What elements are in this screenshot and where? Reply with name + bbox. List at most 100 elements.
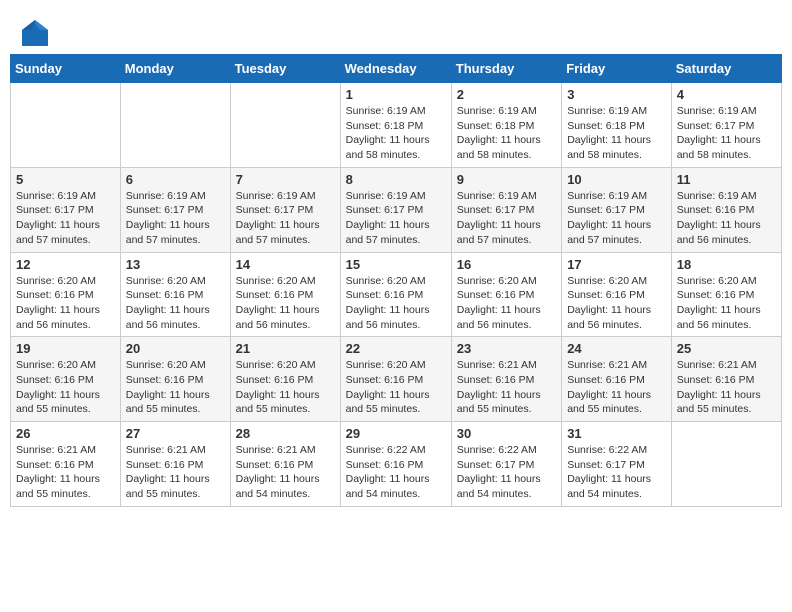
day-number: 21 (236, 341, 335, 356)
day-info: Sunrise: 6:21 AM Sunset: 6:16 PM Dayligh… (567, 358, 666, 417)
day-info: Sunrise: 6:20 AM Sunset: 6:16 PM Dayligh… (236, 274, 335, 333)
day-number: 27 (126, 426, 225, 441)
calendar-cell: 7 Sunrise: 6:19 AM Sunset: 6:17 PM Daylig… (230, 167, 340, 252)
logo-icon (20, 18, 50, 48)
calendar-week-row: 5 Sunrise: 6:19 AM Sunset: 6:17 PM Daylig… (11, 167, 782, 252)
day-info: Sunrise: 6:21 AM Sunset: 6:16 PM Dayligh… (457, 358, 556, 417)
day-number: 7 (236, 172, 335, 187)
day-number: 4 (677, 87, 776, 102)
day-info: Sunrise: 6:20 AM Sunset: 6:16 PM Dayligh… (126, 358, 225, 417)
logo (20, 18, 54, 48)
day-info: Sunrise: 6:22 AM Sunset: 6:16 PM Dayligh… (346, 443, 446, 502)
calendar-cell: 10 Sunrise: 6:19 AM Sunset: 6:17 PM Dayli… (562, 167, 672, 252)
day-number: 18 (677, 257, 776, 272)
day-info: Sunrise: 6:21 AM Sunset: 6:16 PM Dayligh… (126, 443, 225, 502)
weekday-header: Sunday (11, 55, 121, 83)
calendar-cell: 4 Sunrise: 6:19 AM Sunset: 6:17 PM Daylig… (671, 83, 781, 168)
calendar-cell: 27 Sunrise: 6:21 AM Sunset: 6:16 PM Dayli… (120, 422, 230, 507)
calendar-table: SundayMondayTuesdayWednesdayThursdayFrid… (10, 54, 782, 507)
day-info: Sunrise: 6:19 AM Sunset: 6:17 PM Dayligh… (346, 189, 446, 248)
calendar-cell: 16 Sunrise: 6:20 AM Sunset: 6:16 PM Dayli… (451, 252, 561, 337)
page-header (10, 10, 782, 54)
day-info: Sunrise: 6:19 AM Sunset: 6:18 PM Dayligh… (567, 104, 666, 163)
day-number: 28 (236, 426, 335, 441)
day-number: 12 (16, 257, 115, 272)
weekday-header: Tuesday (230, 55, 340, 83)
day-info: Sunrise: 6:19 AM Sunset: 6:17 PM Dayligh… (126, 189, 225, 248)
day-number: 13 (126, 257, 225, 272)
day-info: Sunrise: 6:21 AM Sunset: 6:16 PM Dayligh… (16, 443, 115, 502)
calendar-cell: 13 Sunrise: 6:20 AM Sunset: 6:16 PM Dayli… (120, 252, 230, 337)
calendar-cell: 6Sunrise: 6:19 AM Sunset: 6:17 PM Daylig… (120, 167, 230, 252)
day-number: 30 (457, 426, 556, 441)
calendar-week-row: 26Sunrise: 6:21 AM Sunset: 6:16 PM Dayli… (11, 422, 782, 507)
calendar-cell: 8Sunrise: 6:19 AM Sunset: 6:17 PM Daylig… (340, 167, 451, 252)
day-number: 31 (567, 426, 666, 441)
day-number: 20 (126, 341, 225, 356)
calendar-cell: 2 Sunrise: 6:19 AM Sunset: 6:18 PM Daylig… (451, 83, 561, 168)
weekday-header: Thursday (451, 55, 561, 83)
day-info: Sunrise: 6:19 AM Sunset: 6:16 PM Dayligh… (677, 189, 776, 248)
day-info: Sunrise: 6:19 AM Sunset: 6:18 PM Dayligh… (346, 104, 446, 163)
calendar-cell: 21 Sunrise: 6:20 AM Sunset: 6:16 PM Dayli… (230, 337, 340, 422)
day-info: Sunrise: 6:20 AM Sunset: 6:16 PM Dayligh… (457, 274, 556, 333)
weekday-header-row: SundayMondayTuesdayWednesdayThursdayFrid… (11, 55, 782, 83)
day-number: 24 (567, 341, 666, 356)
calendar-cell (120, 83, 230, 168)
calendar-cell: 26Sunrise: 6:21 AM Sunset: 6:16 PM Dayli… (11, 422, 121, 507)
calendar-cell (671, 422, 781, 507)
day-number: 29 (346, 426, 446, 441)
calendar-cell: 20 Sunrise: 6:20 AM Sunset: 6:16 PM Dayli… (120, 337, 230, 422)
calendar-cell: 24 Sunrise: 6:21 AM Sunset: 6:16 PM Dayli… (562, 337, 672, 422)
day-number: 15 (346, 257, 446, 272)
day-number: 10 (567, 172, 666, 187)
day-info: Sunrise: 6:20 AM Sunset: 6:16 PM Dayligh… (567, 274, 666, 333)
day-info: Sunrise: 6:19 AM Sunset: 6:17 PM Dayligh… (236, 189, 335, 248)
day-info: Sunrise: 6:19 AM Sunset: 6:17 PM Dayligh… (677, 104, 776, 163)
day-info: Sunrise: 6:19 AM Sunset: 6:17 PM Dayligh… (567, 189, 666, 248)
calendar-week-row: 1 Sunrise: 6:19 AM Sunset: 6:18 PM Daylig… (11, 83, 782, 168)
calendar-cell: 1 Sunrise: 6:19 AM Sunset: 6:18 PM Daylig… (340, 83, 451, 168)
calendar-cell: 25 Sunrise: 6:21 AM Sunset: 6:16 PM Dayli… (671, 337, 781, 422)
day-number: 23 (457, 341, 556, 356)
day-number: 2 (457, 87, 556, 102)
day-info: Sunrise: 6:20 AM Sunset: 6:16 PM Dayligh… (346, 274, 446, 333)
calendar-cell: 29 Sunrise: 6:22 AM Sunset: 6:16 PM Dayli… (340, 422, 451, 507)
calendar-cell: 17 Sunrise: 6:20 AM Sunset: 6:16 PM Dayli… (562, 252, 672, 337)
calendar-cell: 14 Sunrise: 6:20 AM Sunset: 6:16 PM Dayli… (230, 252, 340, 337)
day-info: Sunrise: 6:22 AM Sunset: 6:17 PM Dayligh… (567, 443, 666, 502)
calendar-cell: 12 Sunrise: 6:20 AM Sunset: 6:16 PM Dayli… (11, 252, 121, 337)
calendar-cell: 19 Sunrise: 6:20 AM Sunset: 6:16 PM Dayli… (11, 337, 121, 422)
calendar-cell: 3 Sunrise: 6:19 AM Sunset: 6:18 PM Daylig… (562, 83, 672, 168)
day-info: Sunrise: 6:20 AM Sunset: 6:16 PM Dayligh… (16, 274, 115, 333)
day-info: Sunrise: 6:20 AM Sunset: 6:16 PM Dayligh… (16, 358, 115, 417)
calendar-cell: 5Sunrise: 6:19 AM Sunset: 6:17 PM Daylig… (11, 167, 121, 252)
day-number: 17 (567, 257, 666, 272)
day-number: 19 (16, 341, 115, 356)
day-number: 16 (457, 257, 556, 272)
day-number: 11 (677, 172, 776, 187)
day-info: Sunrise: 6:20 AM Sunset: 6:16 PM Dayligh… (236, 358, 335, 417)
weekday-header: Wednesday (340, 55, 451, 83)
calendar-cell: 18 Sunrise: 6:20 AM Sunset: 6:16 PM Dayli… (671, 252, 781, 337)
calendar-week-row: 19 Sunrise: 6:20 AM Sunset: 6:16 PM Dayli… (11, 337, 782, 422)
day-number: 5 (16, 172, 115, 187)
weekday-header: Friday (562, 55, 672, 83)
day-info: Sunrise: 6:20 AM Sunset: 6:16 PM Dayligh… (677, 274, 776, 333)
day-info: Sunrise: 6:20 AM Sunset: 6:16 PM Dayligh… (126, 274, 225, 333)
day-number: 3 (567, 87, 666, 102)
day-info: Sunrise: 6:21 AM Sunset: 6:16 PM Dayligh… (677, 358, 776, 417)
calendar-cell (11, 83, 121, 168)
day-number: 14 (236, 257, 335, 272)
weekday-header: Monday (120, 55, 230, 83)
calendar-cell (230, 83, 340, 168)
calendar-cell: 31 Sunrise: 6:22 AM Sunset: 6:17 PM Dayli… (562, 422, 672, 507)
day-number: 1 (346, 87, 446, 102)
day-info: Sunrise: 6:19 AM Sunset: 6:17 PM Dayligh… (457, 189, 556, 248)
day-info: Sunrise: 6:22 AM Sunset: 6:17 PM Dayligh… (457, 443, 556, 502)
calendar-cell: 23 Sunrise: 6:21 AM Sunset: 6:16 PM Dayli… (451, 337, 561, 422)
calendar-cell: 9 Sunrise: 6:19 AM Sunset: 6:17 PM Daylig… (451, 167, 561, 252)
day-number: 9 (457, 172, 556, 187)
day-info: Sunrise: 6:19 AM Sunset: 6:18 PM Dayligh… (457, 104, 556, 163)
day-number: 25 (677, 341, 776, 356)
